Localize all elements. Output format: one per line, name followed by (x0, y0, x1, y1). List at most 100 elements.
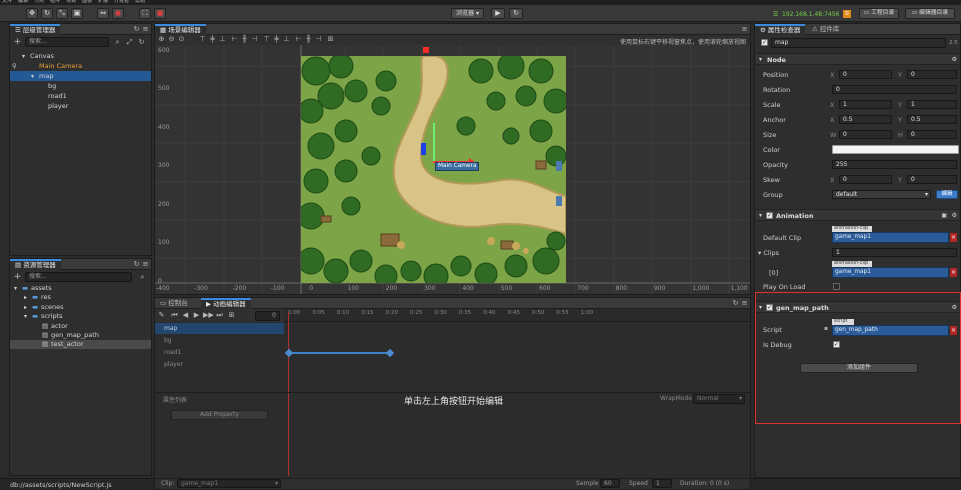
zoom-in-icon[interactable]: ⊕ (157, 35, 166, 44)
skew-x-input[interactable]: 0 (839, 175, 892, 184)
align-left-icon[interactable]: ⊢ (230, 35, 239, 44)
menu-item[interactable]: 文件 (2, 0, 12, 4)
hierarchy-search-input[interactable]: 搜索... (25, 37, 109, 47)
keyframe-end[interactable] (385, 348, 395, 358)
gen-map-path-section-header[interactable]: ▾ ✓ gen_map_path ⚙ (756, 301, 959, 313)
opacity-input[interactable]: 255 (832, 160, 957, 169)
node-active-checkbox[interactable]: ✓ (761, 39, 768, 46)
project-folder-button[interactable]: ▭ 工程目录 (859, 8, 899, 19)
refresh-icon[interactable]: ↻ (731, 299, 740, 308)
tab-inspector[interactable]: ⚙ 属性检查器 (755, 24, 806, 35)
menu-item[interactable]: 帮助 (135, 0, 145, 4)
tab-scene[interactable]: ▦ 场景编辑器 (155, 24, 206, 35)
refresh-icon[interactable]: ↻ (137, 38, 146, 47)
track-road1[interactable]: road1 (155, 347, 284, 358)
chevron-icon[interactable]: ▸ (24, 303, 32, 312)
add-property-button[interactable]: Add Property (171, 410, 268, 420)
last-frame-icon[interactable]: ⏭ (215, 311, 224, 320)
anchor-x-input[interactable]: 0.5 (839, 115, 892, 124)
distribute-bottom-icon[interactable]: ⊥ (282, 35, 291, 44)
scale-y-input[interactable]: 1 (907, 100, 957, 109)
tab-hierarchy[interactable]: ☰ 层级管理器 (10, 24, 61, 35)
hierarchy-item-map[interactable]: ▾ map (10, 71, 151, 81)
anchor-y-input[interactable]: 0.5 (907, 115, 957, 124)
move-tool-button[interactable]: ✥ (26, 8, 38, 19)
color-picker[interactable] (832, 145, 959, 154)
tab-widget-library[interactable]: ⚠ 控件库 (807, 24, 844, 35)
lock-icon[interactable]: ⚲ (12, 61, 17, 71)
rotate-tool-button[interactable]: ↻ (41, 8, 53, 19)
animation-section-header[interactable]: ▾ ✓ Animation ▣ ⚙ (756, 209, 959, 221)
play-on-load-checkbox[interactable] (833, 283, 840, 290)
align-right-icon[interactable]: ⊣ (250, 35, 259, 44)
align-vcenter-icon[interactable]: ╪ (208, 35, 217, 44)
clips-count-input[interactable]: 1 (832, 248, 957, 257)
asset-item-scripts[interactable]: ▾ ▬ scripts (10, 312, 151, 321)
close-icon[interactable]: × (950, 268, 957, 277)
rect-tool-button[interactable]: ▣ (71, 8, 83, 19)
add-component-button[interactable]: 添加组件 (800, 363, 918, 373)
menu-icon[interactable]: ≡ (141, 260, 150, 269)
scene-viewport[interactable]: Main Camera 600 500 400 300 200 100 0 -400 -300… (155, 45, 750, 294)
asset-item-actor[interactable]: ▤ actor (10, 322, 151, 331)
menu-item[interactable]: 面板 (82, 0, 92, 4)
expand-icon[interactable]: ⤢ (125, 38, 134, 47)
hierarchy-item-main-camera[interactable]: ⚲ Main Camera (10, 61, 151, 71)
pivot-toggle-button[interactable]: ⇔ (97, 8, 109, 19)
refresh-icon[interactable]: ↻ (132, 25, 141, 34)
menu-item[interactable]: 节点 (34, 0, 44, 4)
tab-assets[interactable]: ▤ 资源管理器 (10, 259, 61, 270)
group-select[interactable]: default ▾ (832, 190, 931, 199)
rotation-input[interactable]: 0 (832, 85, 957, 94)
close-icon[interactable]: × (950, 326, 957, 335)
default-clip-field[interactable]: game_map1 (832, 232, 949, 243)
tab-console[interactable]: ▭ 控制台 (155, 298, 193, 309)
track-map[interactable]: map (155, 323, 284, 334)
distribute-right-icon[interactable]: ⊣ (314, 35, 323, 44)
size-w-input[interactable]: 0 (839, 130, 892, 139)
zoom-out-icon[interactable]: ⊖ (167, 35, 176, 44)
preview-platform-select[interactable]: 浏览器 ▾ (451, 8, 484, 19)
position-x-input[interactable]: 0 (839, 70, 892, 79)
gear-icon[interactable]: ⚙ (952, 56, 957, 63)
distribute-left-icon[interactable]: ⊢ (294, 35, 303, 44)
add-asset-icon[interactable]: + (13, 273, 22, 282)
clip-0-field[interactable]: game_map1 (832, 267, 949, 278)
copy-icon[interactable]: ▣ (941, 212, 947, 219)
gear-icon[interactable]: ⚙ (952, 212, 957, 219)
chevron-icon[interactable]: ▾ (14, 284, 22, 293)
distribute-hcenter-icon[interactable]: ╫ (304, 35, 313, 44)
speed-input[interactable]: 1 (652, 479, 672, 488)
is-debug-checkbox[interactable]: ✓ (833, 341, 840, 348)
size-h-input[interactable]: 0 (907, 130, 957, 139)
scale-tool-button[interactable]: ⤡ (56, 8, 68, 19)
map-sprite[interactable] (301, 56, 566, 283)
node-section-header[interactable]: ▾ Node ⚙ (756, 53, 959, 65)
asset-item-test-actor[interactable]: ▤ test_actor (10, 340, 151, 350)
chevron-icon[interactable]: ▸ (24, 293, 32, 302)
asset-item-scenes[interactable]: ▸ ▬ scenes (10, 303, 151, 312)
frame-input[interactable]: 0 (255, 311, 280, 321)
gen-map-path-enabled-checkbox[interactable]: ✓ (766, 304, 773, 311)
view-3d-button[interactable]: ■ (154, 8, 166, 19)
position-y-input[interactable]: 0 (907, 70, 957, 79)
menu-item[interactable]: 开发者 (114, 0, 129, 4)
animation-enabled-checkbox[interactable]: ✓ (766, 212, 773, 219)
group-edit-button[interactable]: 编辑 (936, 190, 958, 199)
sample-input[interactable]: 60 (600, 479, 620, 488)
search-icon[interactable]: ⌕ (113, 38, 122, 47)
timeline-cursor[interactable] (288, 312, 289, 476)
close-icon[interactable]: × (950, 233, 957, 242)
node-name-input[interactable]: map (771, 38, 946, 48)
tab-animation-editor[interactable]: ▶ 动画编辑器 (201, 298, 251, 309)
chevron-icon[interactable]: ▾ (24, 312, 32, 321)
menu-icon[interactable]: ≡ (141, 25, 150, 34)
play-button[interactable]: ▶ (491, 8, 505, 19)
align-top-icon[interactable]: ⊤ (198, 35, 207, 44)
align-bottom-icon[interactable]: ⊥ (218, 35, 227, 44)
distribute-top-icon[interactable]: ⊤ (262, 35, 271, 44)
refresh-icon[interactable]: ↻ (132, 260, 141, 269)
prev-frame-icon[interactable]: ◀ (181, 311, 190, 320)
script-field[interactable]: gen_map_path (832, 325, 949, 336)
play-icon[interactable]: ▶ (192, 311, 201, 320)
